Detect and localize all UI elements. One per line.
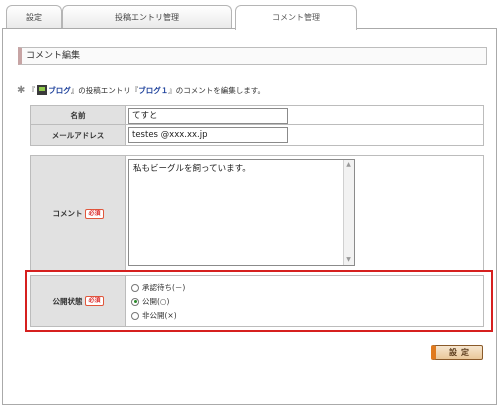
email-field[interactable]: testes @xxx.xx.jp — [128, 127, 288, 143]
note-tail: 』のコメントを編集します。 — [168, 86, 266, 95]
status-option-label: 公開(○) — [142, 297, 170, 306]
email-row: メールアドレス testes @xxx.xx.jp — [30, 125, 484, 146]
blog-link[interactable]: ブログ — [48, 86, 71, 95]
asterisk-icon: ✱ — [17, 85, 26, 96]
tab-comment-management[interactable]: コメント管理 — [235, 5, 357, 30]
radio-icon[interactable] — [131, 311, 139, 320]
status-option-label: 非公開(×) — [142, 311, 177, 320]
status-row: 公開状態 必須 承認待ち(－) 公開(○) 非公開(×) — [30, 275, 484, 327]
comment-text: 私もビーグルを飼っています。 — [133, 164, 251, 174]
radio-checked-icon[interactable] — [131, 297, 139, 306]
submit-button[interactable]: 設定 — [431, 345, 483, 360]
note-open: 『 — [27, 86, 36, 95]
description-note: ✱ 『 ブログ』の投稿エントリ『ブログ１』のコメントを編集します。 — [17, 85, 265, 96]
entry-link[interactable]: ブログ１ — [138, 86, 168, 95]
radio-icon[interactable] — [131, 283, 139, 292]
name-field[interactable]: てすと — [128, 108, 288, 124]
required-badge: 必須 — [85, 296, 104, 306]
scroll-down-icon[interactable]: ▼ — [345, 256, 352, 264]
status-option-label: 承認待ち(－) — [142, 283, 186, 292]
status-option-private[interactable]: 非公開(×) — [131, 310, 177, 321]
tab-entry-management[interactable]: 投稿エントリ管理 — [62, 5, 232, 29]
email-label: メールアドレス — [31, 125, 126, 145]
page-title: コメント編集 — [18, 47, 487, 65]
textarea-scrollbar[interactable]: ▲ ▼ — [343, 160, 354, 265]
status-label: 公開状態 — [52, 296, 83, 306]
blog-icon — [37, 85, 48, 95]
scroll-up-icon[interactable]: ▲ — [345, 161, 352, 169]
status-option-public[interactable]: 公開(○) — [131, 296, 169, 307]
status-label-cell: 公開状態 必須 — [31, 276, 126, 326]
status-option-pending[interactable]: 承認待ち(－) — [131, 282, 185, 293]
comment-row: コメント 必須 私もビーグルを飼っています。 ▲ ▼ — [30, 155, 484, 272]
comment-textarea[interactable]: 私もビーグルを飼っています。 ▲ ▼ — [128, 159, 355, 266]
comment-label: コメント — [52, 209, 83, 218]
required-badge: 必須 — [85, 208, 104, 219]
note-mid: 』の投稿エントリ『 — [70, 86, 139, 95]
name-label: 名前 — [31, 106, 126, 124]
tab-bar: 設定 投稿エントリ管理 コメント管理 — [0, 0, 500, 30]
comment-label-cell: コメント 必須 — [31, 156, 126, 271]
tab-settings[interactable]: 設定 — [6, 5, 62, 29]
name-row: 名前 てすと — [30, 105, 484, 125]
